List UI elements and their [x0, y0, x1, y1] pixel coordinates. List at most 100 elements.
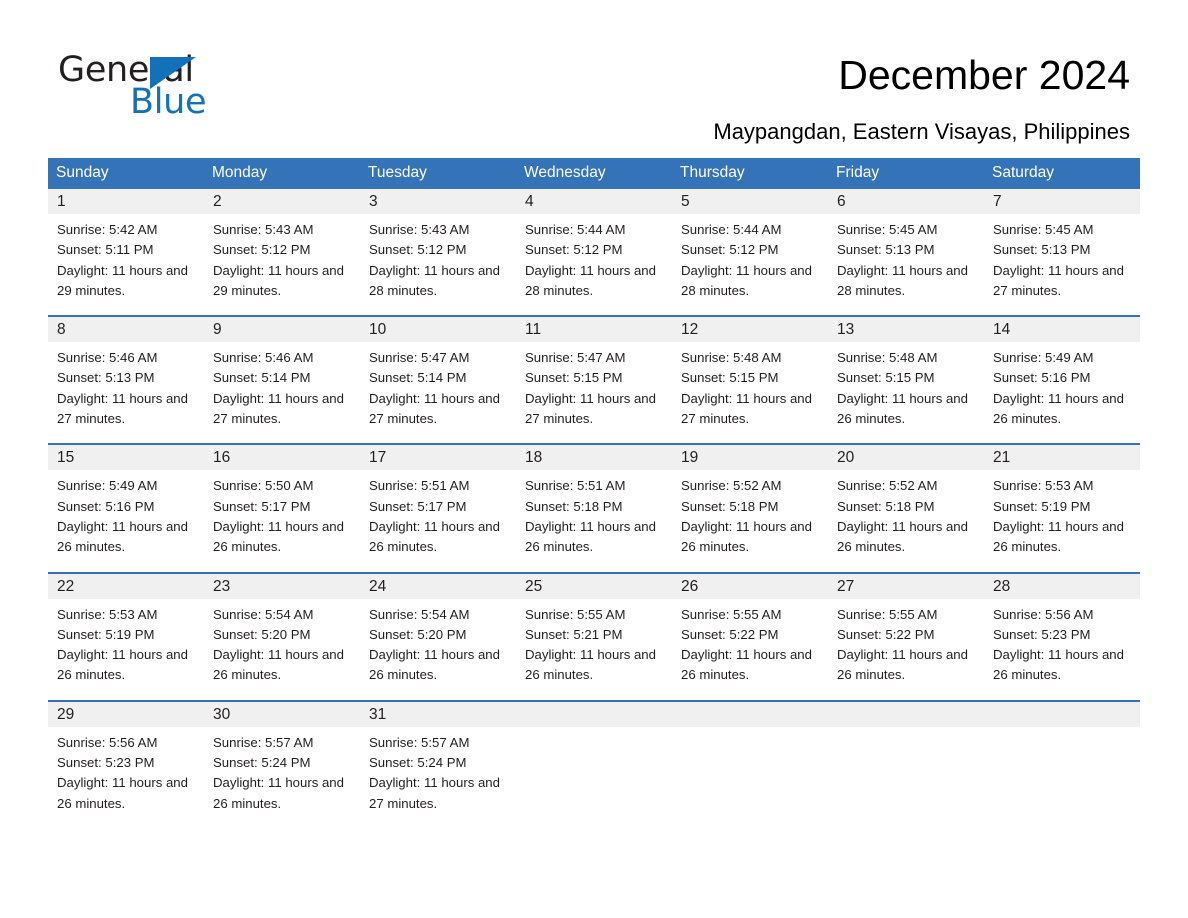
day-number: 25	[516, 573, 672, 599]
day-number	[828, 701, 984, 727]
weekday-header-sunday: Sunday	[48, 158, 204, 189]
calendar-day-cell[interactable]: 1 Sunrise: 5:42 AM Sunset: 5:11 PM Daylight…	[48, 189, 204, 317]
sunset-text: Sunset: 5:12 PM	[525, 242, 623, 258]
day-details: Sunrise: 5:47 AM Sunset: 5:14 PM Daylight:…	[360, 342, 516, 443]
sunset-text: Sunset: 5:16 PM	[993, 370, 1091, 386]
sunrise-text: Sunrise: 5:48 AM	[681, 350, 782, 366]
sunset-text: Sunset: 5:21 PM	[525, 626, 623, 642]
calendar-day-cell[interactable]: 17 Sunrise: 5:51 AM Sunset: 5:17 PM Dayligh…	[360, 443, 516, 573]
day-details: Sunrise: 5:53 AM Sunset: 5:19 PM Daylight:…	[48, 599, 204, 700]
sunrise-text: Sunrise: 5:43 AM	[213, 222, 314, 237]
sunset-text: Sunset: 5:20 PM	[369, 626, 467, 642]
calendar-day-cell[interactable]: 8 Sunrise: 5:46 AM Sunset: 5:13 PM Daylight…	[48, 315, 204, 445]
calendar-day-cell[interactable]: 18 Sunrise: 5:51 AM Sunset: 5:18 PM Dayligh…	[516, 443, 672, 573]
day-details: Sunrise: 5:55 AM Sunset: 5:21 PM Daylight:…	[516, 599, 672, 700]
weekday-header-row: Sunday Monday Tuesday Wednesday Thursday…	[48, 158, 1140, 189]
weekday-header-thursday: Thursday	[672, 158, 828, 189]
day-details: Sunrise: 5:45 AM Sunset: 5:13 PM Daylight:…	[984, 214, 1140, 315]
calendar-week-row: 29 Sunrise: 5:56 AM Sunset: 5:23 PM Dayligh…	[48, 699, 1140, 828]
page-subtitle: Maypangdan, Eastern Visayas, Philippines	[713, 119, 1130, 144]
sunrise-text: Sunrise: 5:50 AM	[213, 478, 314, 494]
daylight-text: Daylight: 11 hours and 26 minutes.	[213, 775, 344, 811]
daylight-text: Daylight: 11 hours and 26 minutes.	[681, 518, 812, 555]
sunset-text: Sunset: 5:18 PM	[525, 498, 623, 514]
sunrise-text: Sunrise: 5:44 AM	[525, 222, 626, 237]
sunset-text: Sunset: 5:18 PM	[837, 498, 935, 514]
calendar-day-cell[interactable]: 30 Sunrise: 5:57 AM Sunset: 5:24 PM Dayligh…	[204, 699, 360, 828]
sunrise-text: Sunrise: 5:49 AM	[993, 350, 1094, 366]
sunrise-text: Sunrise: 5:46 AM	[57, 350, 158, 366]
calendar-day-cell[interactable]: 14 Sunrise: 5:49 AM Sunset: 5:16 PM Dayligh…	[984, 315, 1140, 445]
calendar-day-cell[interactable]: 7 Sunrise: 5:45 AM Sunset: 5:13 PM Daylight…	[984, 189, 1140, 317]
daylight-text: Daylight: 11 hours and 28 minutes.	[369, 262, 500, 298]
calendar-day-cell[interactable]: 28 Sunrise: 5:56 AM Sunset: 5:23 PM Dayligh…	[984, 571, 1140, 701]
calendar-day-cell[interactable]: 16 Sunrise: 5:50 AM Sunset: 5:17 PM Dayligh…	[204, 443, 360, 573]
sunrise-text: Sunrise: 5:46 AM	[213, 350, 314, 366]
calendar-day-cell[interactable]: 19 Sunrise: 5:52 AM Sunset: 5:18 PM Dayligh…	[672, 443, 828, 573]
daylight-text: Daylight: 11 hours and 29 minutes.	[57, 262, 188, 298]
daylight-text: Daylight: 11 hours and 27 minutes.	[369, 390, 500, 427]
day-number: 22	[48, 573, 204, 599]
day-number: 1	[48, 189, 204, 214]
weekday-header-saturday: Saturday	[984, 158, 1140, 189]
day-number: 19	[672, 445, 828, 471]
calendar-day-cell[interactable]: 2 Sunrise: 5:43 AM Sunset: 5:12 PM Daylight…	[204, 189, 360, 317]
sunset-text: Sunset: 5:20 PM	[213, 626, 311, 642]
day-details: Sunrise: 5:52 AM Sunset: 5:18 PM Daylight:…	[828, 470, 984, 571]
calendar-day-cell[interactable]: 26 Sunrise: 5:55 AM Sunset: 5:22 PM Dayligh…	[672, 571, 828, 701]
day-number: 7	[984, 189, 1140, 214]
day-number: 10	[360, 317, 516, 343]
day-number: 31	[360, 701, 516, 727]
sunset-text: Sunset: 5:23 PM	[57, 755, 155, 771]
sunset-text: Sunset: 5:22 PM	[837, 626, 935, 642]
day-details: Sunrise: 5:46 AM Sunset: 5:14 PM Daylight:…	[204, 342, 360, 443]
day-number: 26	[672, 573, 828, 599]
day-details: Sunrise: 5:48 AM Sunset: 5:15 PM Daylight:…	[828, 342, 984, 443]
day-number: 18	[516, 445, 672, 471]
calendar-day-cell[interactable]: 15 Sunrise: 5:49 AM Sunset: 5:16 PM Dayligh…	[48, 443, 204, 573]
calendar-day-cell[interactable]: 3 Sunrise: 5:43 AM Sunset: 5:12 PM Daylight…	[360, 189, 516, 317]
day-details: Sunrise: 5:49 AM Sunset: 5:16 PM Daylight:…	[48, 470, 204, 571]
daylight-text: Daylight: 11 hours and 26 minutes.	[213, 518, 344, 555]
sunrise-text: Sunrise: 5:53 AM	[993, 478, 1094, 494]
daylight-text: Daylight: 11 hours and 27 minutes.	[525, 390, 656, 427]
day-number: 17	[360, 445, 516, 471]
sunrise-text: Sunrise: 5:55 AM	[681, 606, 782, 622]
daylight-text: Daylight: 11 hours and 26 minutes.	[525, 518, 656, 555]
calendar-day-cell[interactable]: 31 Sunrise: 5:57 AM Sunset: 5:24 PM Dayligh…	[360, 699, 516, 828]
calendar-day-cell[interactable]: 25 Sunrise: 5:55 AM Sunset: 5:21 PM Dayligh…	[516, 571, 672, 701]
day-number: 28	[984, 573, 1140, 599]
calendar-day-cell[interactable]: 21 Sunrise: 5:53 AM Sunset: 5:19 PM Dayligh…	[984, 443, 1140, 573]
calendar-day-cell[interactable]: 23 Sunrise: 5:54 AM Sunset: 5:20 PM Dayligh…	[204, 571, 360, 701]
day-number: 14	[984, 317, 1140, 343]
calendar-day-cell[interactable]: 5 Sunrise: 5:44 AM Sunset: 5:12 PM Daylight…	[672, 189, 828, 317]
calendar-day-cell[interactable]: 29 Sunrise: 5:56 AM Sunset: 5:23 PM Dayligh…	[48, 699, 204, 828]
calendar-day-cell[interactable]: 6 Sunrise: 5:45 AM Sunset: 5:13 PM Daylight…	[828, 189, 984, 317]
day-number: 12	[672, 317, 828, 343]
calendar-day-cell[interactable]: 10 Sunrise: 5:47 AM Sunset: 5:14 PM Dayligh…	[360, 315, 516, 445]
sunrise-text: Sunrise: 5:45 AM	[993, 222, 1094, 237]
calendar-week-row: 8 Sunrise: 5:46 AM Sunset: 5:13 PM Daylight…	[48, 315, 1140, 445]
sunrise-text: Sunrise: 5:51 AM	[525, 478, 626, 494]
day-number: 13	[828, 317, 984, 343]
sunrise-text: Sunrise: 5:55 AM	[525, 606, 626, 622]
calendar-day-cell[interactable]: 4 Sunrise: 5:44 AM Sunset: 5:12 PM Daylight…	[516, 189, 672, 317]
day-details: Sunrise: 5:47 AM Sunset: 5:15 PM Daylight:…	[516, 342, 672, 443]
calendar-day-cell[interactable]: 24 Sunrise: 5:54 AM Sunset: 5:20 PM Dayligh…	[360, 571, 516, 701]
calendar-day-cell[interactable]: 12 Sunrise: 5:48 AM Sunset: 5:15 PM Dayligh…	[672, 315, 828, 445]
general-blue-logo[interactable]: General Blue	[58, 50, 318, 122]
sunset-text: Sunset: 5:24 PM	[213, 755, 311, 771]
calendar-day-cell[interactable]: 11 Sunrise: 5:47 AM Sunset: 5:15 PM Dayligh…	[516, 315, 672, 445]
day-details: Sunrise: 5:53 AM Sunset: 5:19 PM Daylight:…	[984, 470, 1140, 571]
sunset-text: Sunset: 5:19 PM	[57, 626, 155, 642]
sunrise-text: Sunrise: 5:45 AM	[837, 222, 938, 237]
sunset-text: Sunset: 5:24 PM	[369, 755, 467, 771]
sunset-text: Sunset: 5:13 PM	[57, 370, 155, 386]
calendar-day-cell[interactable]: 27 Sunrise: 5:55 AM Sunset: 5:22 PM Dayligh…	[828, 571, 984, 701]
calendar-day-cell[interactable]: 9 Sunrise: 5:46 AM Sunset: 5:14 PM Daylight…	[204, 315, 360, 445]
sunrise-text: Sunrise: 5:57 AM	[213, 734, 314, 750]
calendar-day-cell[interactable]: 13 Sunrise: 5:48 AM Sunset: 5:15 PM Dayligh…	[828, 315, 984, 445]
calendar-day-cell[interactable]: 20 Sunrise: 5:52 AM Sunset: 5:18 PM Dayligh…	[828, 443, 984, 573]
calendar-day-cell[interactable]: 22 Sunrise: 5:53 AM Sunset: 5:19 PM Dayligh…	[48, 571, 204, 701]
page-header: General Blue December 2024 Maypangdan, E…	[0, 0, 1188, 144]
